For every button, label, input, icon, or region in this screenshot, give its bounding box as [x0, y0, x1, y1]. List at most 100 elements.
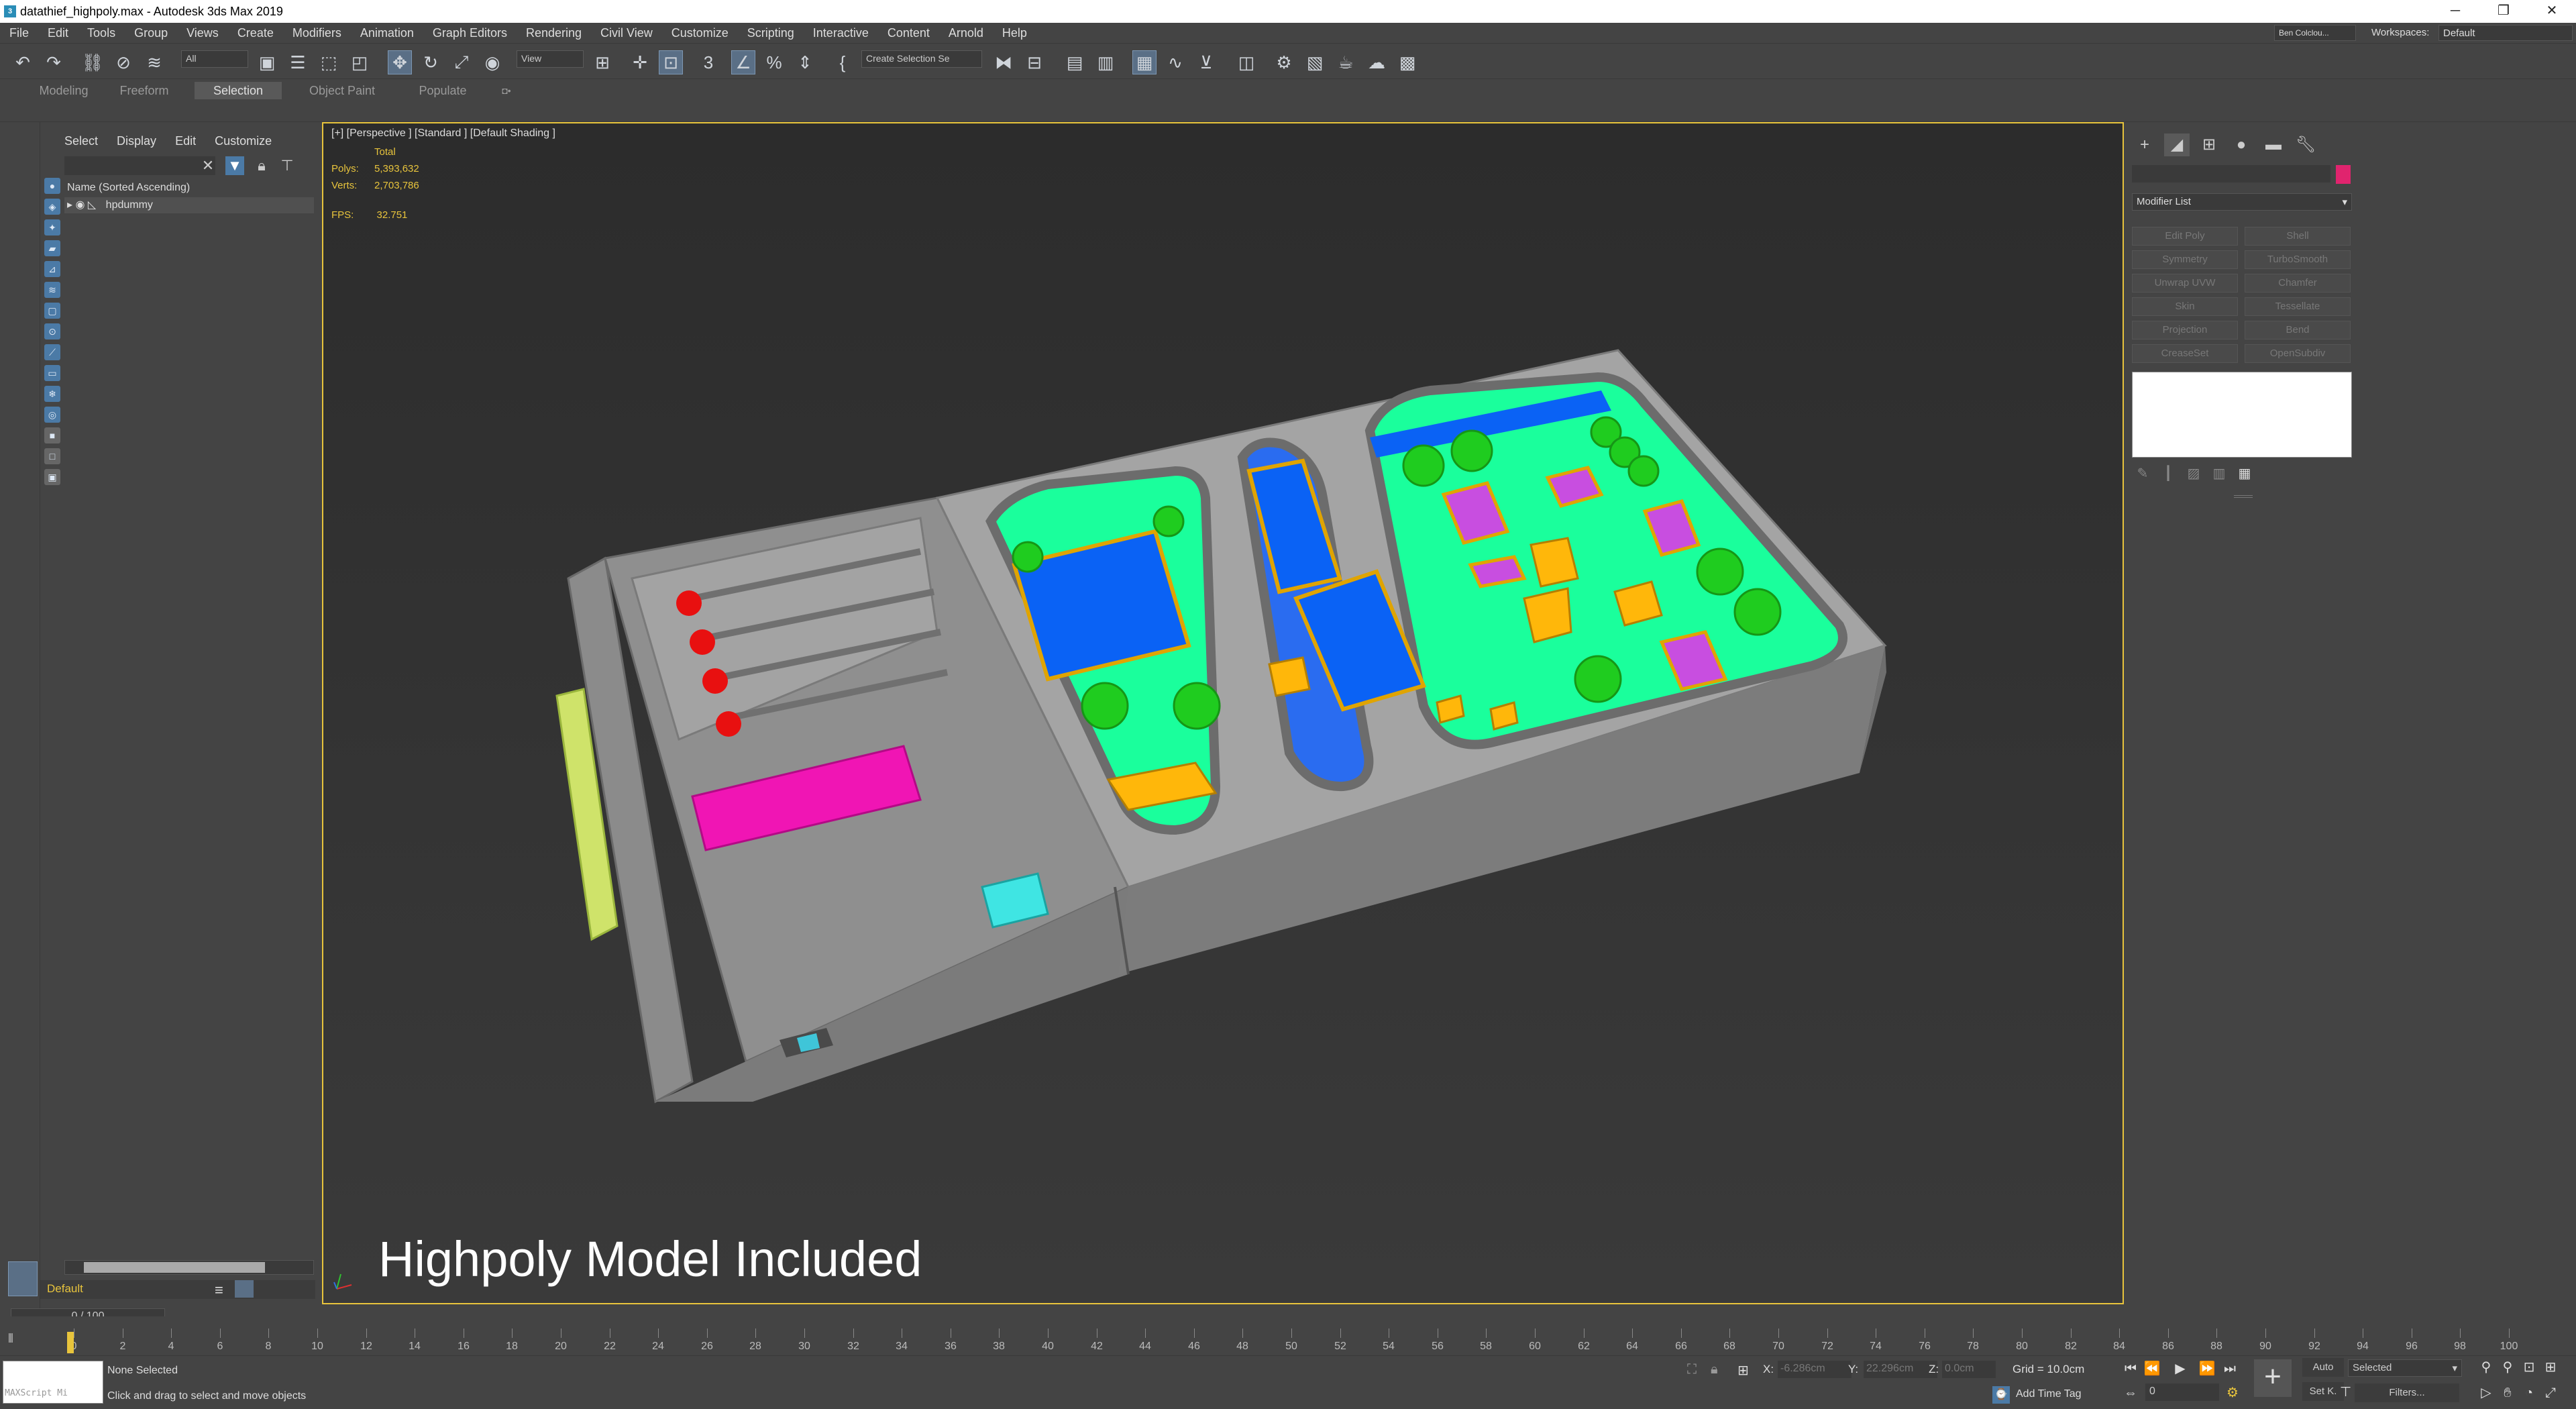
filters-button[interactable]: Filters... — [2355, 1384, 2459, 1402]
orbit-icon[interactable]: ◔ — [2520, 1384, 2538, 1402]
display-lights-icon[interactable]: ✦ — [44, 219, 60, 236]
reference-coordinate-dropdown[interactable]: View — [517, 50, 584, 68]
go-to-end-icon[interactable]: ⏭ — [2220, 1359, 2239, 1378]
play-icon[interactable]: ▶ — [2171, 1359, 2190, 1378]
menu-help[interactable]: Help — [993, 26, 1036, 40]
arnold-render-view-icon[interactable]: ▩ — [1395, 50, 1419, 74]
menu-group[interactable]: Group — [125, 26, 177, 40]
key-filter-dropdown[interactable]: Selected ▾ — [2348, 1359, 2462, 1377]
explorer-column-header[interactable]: Name (Sorted Ascending) — [64, 180, 314, 196]
maximize-viewport-icon[interactable]: ⤢ — [2541, 1384, 2560, 1402]
tab-modeling[interactable]: Modeling — [27, 82, 101, 99]
panel-resize-handle[interactable] — [2234, 495, 2253, 498]
bind-spacewarp-icon[interactable]: ≋ — [142, 50, 166, 74]
add-time-tag[interactable]: Add Time Tag — [2016, 1388, 2082, 1400]
display-groups-icon[interactable]: ▢ — [44, 303, 60, 319]
go-to-start-icon[interactable]: ⏮ — [2121, 1359, 2140, 1378]
select-and-scale-icon[interactable]: ⤢ — [449, 50, 474, 74]
render-cloud-icon[interactable]: ☁ — [1364, 50, 1389, 74]
viewport-label[interactable]: [+] [Perspective ] [Standard ] [Default … — [331, 127, 555, 140]
auto-key-button[interactable]: Auto — [2302, 1358, 2344, 1377]
select-and-move-icon[interactable]: ✥ — [388, 50, 412, 74]
menu-arnold[interactable]: Arnold — [939, 26, 993, 40]
tab-populate[interactable]: Populate — [402, 82, 483, 99]
time-configuration-icon[interactable]: ⚙ — [2223, 1384, 2242, 1402]
display-xrefs-icon[interactable]: ⊙ — [44, 323, 60, 340]
visibility-eye-icon[interactable]: ◉ — [75, 199, 85, 211]
explorer-scrollbar[interactable] — [64, 1260, 314, 1275]
window-crossing-icon[interactable]: ◰ — [347, 50, 372, 74]
named-selection-set-dropdown[interactable]: Create Selection Se — [861, 50, 982, 68]
maxscript-listener[interactable]: MAXScript Mi — [3, 1361, 103, 1404]
select-by-name-icon[interactable]: ☰ — [286, 50, 310, 74]
modifier-projection-button[interactable]: Projection — [2132, 321, 2238, 340]
utilities-tab-icon[interactable]: 🔧︎ — [2293, 134, 2318, 156]
display-tab-icon[interactable]: ▬ — [2261, 134, 2286, 156]
pin-stack-icon[interactable]: ✎ — [2133, 464, 2152, 483]
set-key-button[interactable]: Set K. — [2302, 1382, 2344, 1401]
workspace-dropdown[interactable]: Default — [2438, 25, 2573, 41]
modifier-skin-button[interactable]: Skin — [2132, 297, 2238, 316]
hierarchy-icon[interactable]: ⊤ — [278, 156, 297, 175]
next-frame-icon[interactable]: ⏩ — [2198, 1359, 2216, 1378]
display-bones-icon[interactable]: ⟋ — [44, 344, 60, 360]
modifier-stack[interactable] — [2132, 372, 2352, 458]
display-invert-icon[interactable]: ▣ — [44, 469, 60, 485]
user-account-dropdown[interactable]: Ben Colclou... — [2274, 25, 2356, 41]
pivot-center-icon[interactable]: ⊞ — [590, 50, 614, 74]
pan-view-icon[interactable]: ✋︎ — [2498, 1384, 2517, 1402]
rectangular-selection-icon[interactable]: ⬚ — [317, 50, 341, 74]
material-editor-icon[interactable]: ◫ — [1234, 50, 1258, 74]
explorer-search-input[interactable] — [64, 156, 215, 175]
menu-rendering[interactable]: Rendering — [517, 26, 591, 40]
current-frame-marker[interactable] — [67, 1332, 74, 1353]
modifier-edit-poly-button[interactable]: Edit Poly — [2132, 227, 2238, 246]
display-frozen-icon[interactable]: ❄ — [44, 386, 60, 402]
menu-interactive[interactable]: Interactive — [804, 26, 878, 40]
display-geometry-icon[interactable]: ● — [44, 178, 60, 194]
modifier-turbosmooth-button[interactable]: TurboSmooth — [2245, 250, 2351, 269]
selection-filter-dropdown[interactable]: All — [181, 50, 248, 68]
selection-lock-icon[interactable]: 🔒︎ — [1711, 1362, 1718, 1377]
modifier-creaseset-button[interactable]: CreaseSet — [2132, 344, 2238, 363]
menu-content[interactable]: Content — [878, 26, 939, 40]
explorer-menu-edit[interactable]: Edit — [166, 134, 205, 148]
field-of-view-icon[interactable]: ▷ — [2477, 1384, 2496, 1402]
scene-explorer-toggle[interactable] — [8, 1261, 38, 1296]
schematic-view-icon[interactable]: ⊻ — [1194, 50, 1218, 74]
tab-freeform[interactable]: Freeform — [107, 82, 181, 99]
menu-civil-view[interactable]: Civil View — [591, 26, 662, 40]
motion-tab-icon[interactable]: ● — [2229, 134, 2254, 156]
edit-named-selection-icon[interactable]: { — [830, 50, 855, 74]
menu-tools[interactable]: Tools — [78, 26, 125, 40]
modifier-chamfer-button[interactable]: Chamfer — [2245, 274, 2351, 293]
layer-explorer-icon[interactable]: ▥ — [1093, 50, 1118, 74]
modifier-opensubdiv-button[interactable]: OpenSubdiv — [2245, 344, 2351, 363]
minimize-button[interactable]: ─ — [2435, 0, 2475, 23]
menu-animation[interactable]: Animation — [351, 26, 423, 40]
explorer-menu-select[interactable]: Select — [55, 134, 107, 148]
configure-modifier-sets-icon[interactable]: ▦ — [2235, 464, 2254, 483]
tab-selection[interactable]: Selection — [195, 82, 282, 99]
modifier-bend-button[interactable]: Bend — [2245, 321, 2351, 340]
display-containers-icon[interactable]: ▭ — [44, 365, 60, 381]
mini-curve-editor-icon[interactable]: ⦀ — [8, 1332, 13, 1346]
explorer-menu-display[interactable]: Display — [107, 134, 166, 148]
create-tab-icon[interactable]: + — [2132, 134, 2157, 156]
redo-icon[interactable]: ↷ — [42, 50, 66, 74]
lock-icon[interactable]: 🔒︎ — [252, 156, 271, 175]
expand-arrow-icon[interactable]: ▸ — [67, 199, 72, 211]
scrollbar-thumb[interactable] — [84, 1262, 265, 1273]
display-all-icon[interactable]: ■ — [44, 427, 60, 443]
modifier-tessellate-button[interactable]: Tessellate — [2245, 297, 2351, 316]
render-setup-icon[interactable]: ⚙ — [1272, 50, 1296, 74]
spinner-snap-icon[interactable]: ⇕ — [793, 50, 817, 74]
z-coordinate-field[interactable]: 0.0cm — [1942, 1361, 1996, 1378]
keyboard-shortcut-override-icon[interactable]: ✛ — [628, 50, 652, 74]
display-none-icon[interactable]: □ — [44, 448, 60, 464]
rendered-frame-window-icon[interactable]: ▧ — [1303, 50, 1327, 74]
modifier-unwrap-uvw-button[interactable]: Unwrap UVW — [2132, 274, 2238, 293]
zoom-all-icon[interactable]: ⚲ — [2498, 1358, 2517, 1377]
menu-views[interactable]: Views — [177, 26, 228, 40]
percent-snap-icon[interactable]: % — [762, 50, 786, 74]
